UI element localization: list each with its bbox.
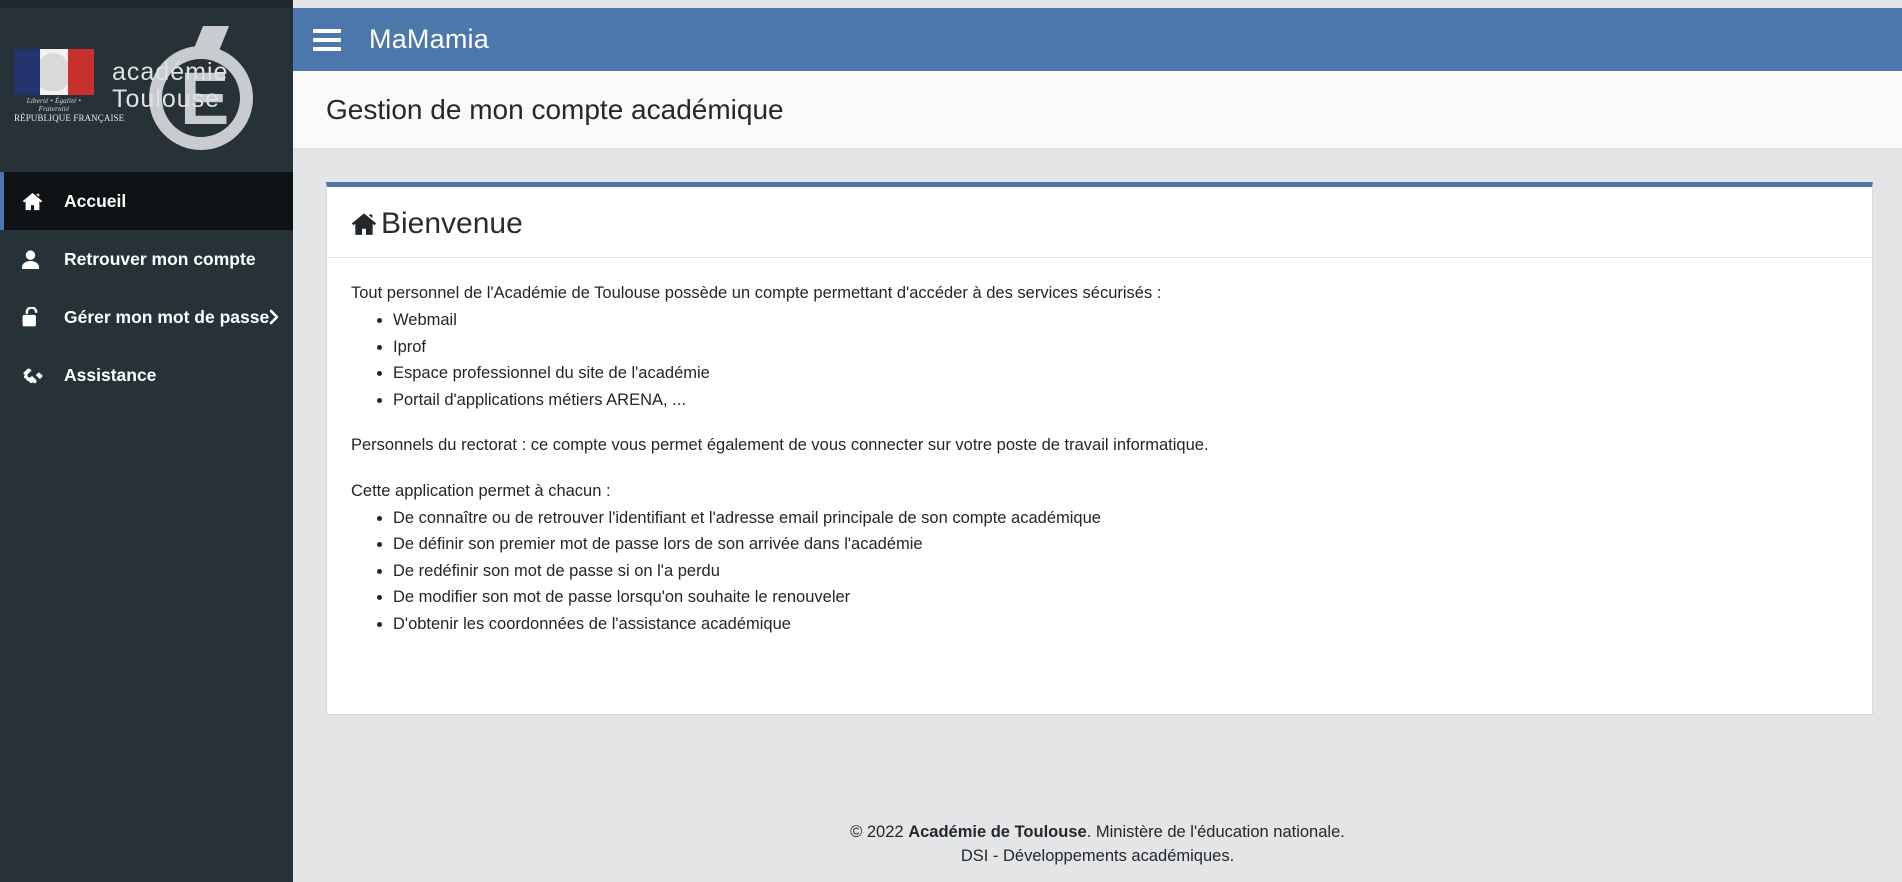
page-footer: © 2022 Académie de Toulouse. Ministère d… [293,803,1902,882]
footer-copyright: © 2022 [850,823,909,842]
features-list: De connaître ou de retrouver l'identifia… [373,507,1848,636]
sidebar-item-gerer-mon-mot-de-passe[interactable]: Gérer mon mot de passe [0,288,293,346]
content-area: MaMamia Gestion de mon compte académique… [293,0,1902,882]
home-icon [22,192,52,211]
card-body: Tout personnel de l'Académie de Toulouse… [327,258,1872,669]
brand-header: E Liberté • Égalité • Fraternité RÉPUBLI… [0,0,293,172]
republic-name: RÉPUBLIQUE FRANÇAISE [14,113,125,123]
handshake-icon [22,367,52,384]
sidebar-nav: Accueil Retrouver mon compte Gérer mon m… [0,172,293,882]
list-item: Portail d'applications métiers ARENA, ..… [393,389,1848,412]
page-title-bar: Gestion de mon compte académique [293,71,1902,149]
academie-toulouse-wordmark: académie Toulouse [112,59,228,113]
list-item: Iprof [393,336,1848,359]
sidebar-item-assistance[interactable]: Assistance [0,346,293,404]
sidebar: E Liberté • Égalité • Fraternité RÉPUBLI… [0,0,293,882]
brand-top-strip [0,0,293,8]
sidebar-item-accueil[interactable]: Accueil [0,172,293,230]
sidebar-item-label: Assistance [64,364,157,385]
academie-line-1: académie [112,58,229,86]
sidebar-item-retrouver-mon-compte[interactable]: Retrouver mon compte [0,230,293,288]
features-intro: Cette application permet à chacun : [351,481,611,500]
footer-ministry: . Ministère de l'éducation nationale. [1086,823,1345,842]
list-item: Espace professionnel du site de l'académ… [393,362,1848,385]
app-root: E Liberté • Égalité • Fraternité RÉPUBLI… [0,0,1902,882]
list-item: De redéfinir son mot de passe si on l'a … [393,560,1848,583]
republic-motto: Liberté • Égalité • Fraternité [26,97,82,113]
french-flag-icon [14,49,94,95]
footer-line-2: DSI - Développements académiques. [960,846,1235,865]
card-header: Bienvenue [327,187,1872,258]
chevron-right-icon [269,309,280,325]
sidebar-item-label: Accueil [64,190,127,211]
user-icon [22,249,52,269]
card-title: Bienvenue [381,207,523,240]
rectorat-note: Personnels du rectorat : ce compte vous … [351,436,1209,455]
main-region: Bienvenue Tout personnel de l'Académie d… [293,149,1902,803]
republique-francaise-logo: Liberté • Égalité • Fraternité RÉPUBLIQU… [14,49,125,123]
sidebar-item-label: Gérer mon mot de passe [64,306,270,327]
list-item: Webmail [393,309,1848,332]
services-list: Webmail Iprof Espace professionnel du si… [373,309,1848,412]
hamburger-icon[interactable] [313,23,347,57]
list-item: D'obtenir les coordonnées de l'assistanc… [393,613,1848,636]
bienvenue-card: Bienvenue Tout personnel de l'Académie d… [326,182,1873,715]
unlock-icon [22,307,52,327]
list-item: De définir son premier mot de passe lors… [393,533,1848,556]
list-item: De connaître ou de retrouver l'identifia… [393,507,1848,530]
footer-org: Académie de Toulouse [908,823,1087,842]
page-title: Gestion de mon compte académique [326,93,784,125]
top-header-bar: MaMamia [293,8,1902,71]
sidebar-item-label: Retrouver mon compte [64,248,256,269]
intro-text: Tout personnel de l'Académie de Toulouse… [351,284,1162,302]
footer-line-1: © 2022 Académie de Toulouse. Ministère d… [293,821,1902,844]
home-icon [351,212,377,236]
academie-line-2: Toulouse [112,85,221,113]
list-item: De modifier son mot de passe lorsqu'on s… [393,586,1848,609]
app-title: MaMamia [369,24,489,54]
